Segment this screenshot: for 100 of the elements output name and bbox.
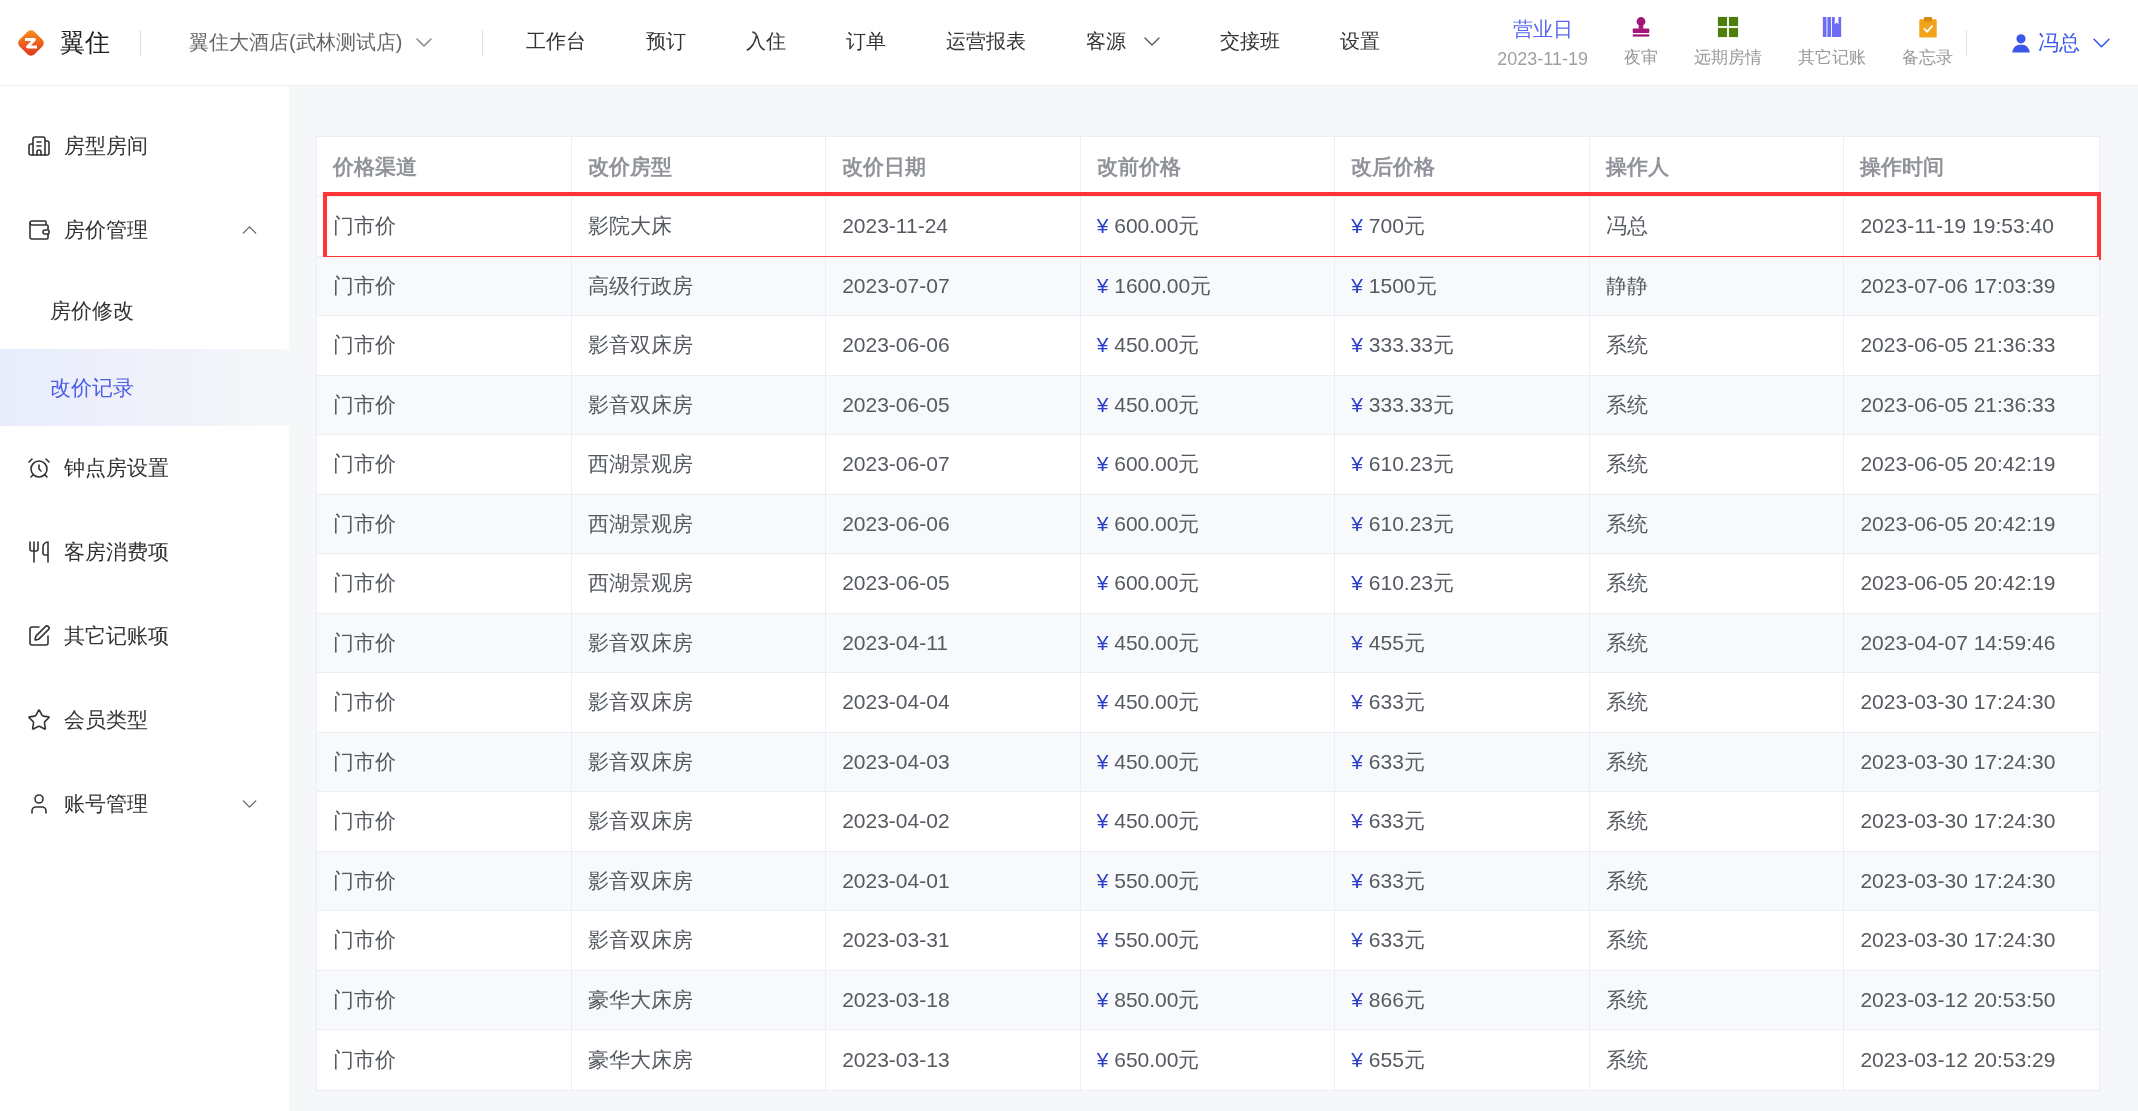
table-cell: 门市价 [317,732,572,791]
table-cell: ¥ 850.00元 [1080,970,1336,1029]
table-cell-text: 2023-06-05 20:42:19 [1859,510,2057,537]
chevron-down-icon [242,800,257,808]
table-cell: 2023-06-05 [826,375,1081,434]
sidebar-subitem[interactable]: 房价修改 [0,272,289,349]
table-cell: 2023-04-04 [826,673,1081,732]
table-cell: 系统 [1589,970,1845,1029]
table-cell: ¥ 450.00元 [1080,613,1336,672]
table-cell-text: 2023-07-06 17:03:39 [1859,272,2057,299]
table-cell: 系统 [1589,792,1845,851]
table-cell: 影音双床房 [571,792,827,851]
sidebar-group[interactable]: 房价管理 [0,188,289,272]
table-cell: 2023-06-06 [826,316,1081,375]
nav-tab[interactable]: 客源 [1056,0,1191,86]
column-header: 价格渠道 [317,137,572,196]
table-cell: 门市价 [317,851,572,910]
chevron-down-icon [1144,37,1161,46]
table-cell: 影音双床房 [571,851,827,910]
table-cell: ¥ 333.33元 [1335,316,1590,375]
nav-tab[interactable]: 交接班 [1190,0,1311,86]
table-cell: 门市价 [317,197,572,256]
chevron-up-icon [242,226,257,234]
table-cell: ¥ 610.23元 [1335,435,1590,494]
fork-spoon-icon [27,540,51,564]
table-cell: ¥ 633元 [1335,911,1590,970]
column-header: 改前价格 [1080,137,1336,196]
nav-tab[interactable]: 运营报表 [916,0,1057,86]
chevron-down-icon [416,38,433,47]
table-cell-text: 2023-06-05 21:36:33 [1859,391,2057,418]
table-cell: 2023-06-05 [826,554,1081,613]
building-icon [27,134,51,158]
table-cell: 系统 [1589,732,1845,791]
table-cell: ¥ 650.00元 [1080,1030,1336,1090]
table-cell: 影音双床房 [571,673,827,732]
table-cell: ¥ 450.00元 [1080,316,1336,375]
table-cell: 门市价 [317,316,572,375]
table-cell: 系统 [1589,911,1845,970]
table-cell-text: 2023-03-30 17:24:30 [1859,689,2057,716]
sidebar-item[interactable]: 房型房间 [0,104,289,188]
alarm-clock-icon [27,456,51,480]
table-cell: ¥ 600.00元 [1080,435,1336,494]
table-cell: ¥ 600.00元 [1080,197,1336,256]
table-cell-text: 2023-03-30 17:24:30 [1859,867,2057,894]
table-cell: ¥ 450.00元 [1080,673,1336,732]
brand-name: 翼住 [60,27,110,58]
table-cell: 门市价 [317,970,572,1029]
column-header: 操作人 [1589,137,1845,196]
stamp-icon [1630,16,1652,38]
chevron-down-icon [2093,37,2110,48]
table-cell: 系统 [1589,316,1845,375]
sidebar-item[interactable]: 客房消费项 [0,510,289,594]
table-cell-text: 2023-03-12 20:53:29 [1859,1046,2057,1073]
column-header: 改价日期 [826,137,1081,196]
table-cell: 系统 [1589,613,1845,672]
table-cell-text: 2023-06-05 20:42:19 [1859,570,2057,597]
nav-tab[interactable]: 预订 [616,0,717,86]
sidebar-subitem[interactable]: 改价记录 [0,349,289,426]
table-cell: 2023-04-01 [826,851,1081,910]
table-cell: 门市价 [317,1030,572,1090]
sidebar-item[interactable]: 钟点房设置 [0,426,289,510]
table-cell: 西湖景观房 [571,494,827,553]
table-cell: ¥ 1600.00元 [1080,256,1336,315]
table-cell: 系统 [1589,494,1845,553]
table-cell: 静静 [1589,256,1845,315]
table-cell: 西湖景观房 [571,435,827,494]
table-cell: ¥ 450.00元 [1080,792,1336,851]
business-day-date: 2023-11-19 [1497,48,1588,70]
book-icon [1821,16,1843,38]
table-cell: ¥ 600.00元 [1080,494,1336,553]
nav-tab[interactable]: 订单 [816,0,917,86]
table-cell: 2023-04-11 [826,613,1081,672]
table-cell: 门市价 [317,256,572,315]
table-cell: 豪华大床房 [571,970,827,1029]
table-cell: ¥ 550.00元 [1080,911,1336,970]
table-cell: 门市价 [317,673,572,732]
table-cell: 系统 [1589,435,1845,494]
user-menu-button[interactable]: 冯总 [2011,28,2110,57]
table-cell: ¥ 450.00元 [1080,375,1336,434]
table-cell: 门市价 [317,911,572,970]
table-cell: 高级行政房 [571,256,827,315]
table-cell: 门市价 [317,554,572,613]
table-cell: 2023-03-18 [826,970,1081,1029]
sidebar-item[interactable]: 会员类型 [0,678,289,762]
table-cell: 影音双床房 [571,375,827,434]
user-icon [2011,32,2031,53]
sidebar-group[interactable]: 账号管理 [0,762,289,846]
nav-tab[interactable]: 工作台 [496,0,617,86]
table-cell: 门市价 [317,613,572,672]
table-cell: 2023-03-13 [826,1030,1081,1090]
table-cell: 影音双床房 [571,613,827,672]
table-cell: 系统 [1589,851,1845,910]
nav-tab[interactable]: 入住 [716,0,817,86]
table-cell: ¥ 633元 [1335,732,1590,791]
hotel-selector[interactable]: 翼住大酒店(武林测试店) [189,29,433,56]
sidebar-item[interactable]: 其它记账项 [0,594,289,678]
nav-tab[interactable]: 设置 [1310,0,1411,86]
table-cell-text: 2023-03-30 17:24:30 [1859,927,2057,954]
table-cell: 影音双床房 [571,732,827,791]
table-cell: 系统 [1589,673,1845,732]
